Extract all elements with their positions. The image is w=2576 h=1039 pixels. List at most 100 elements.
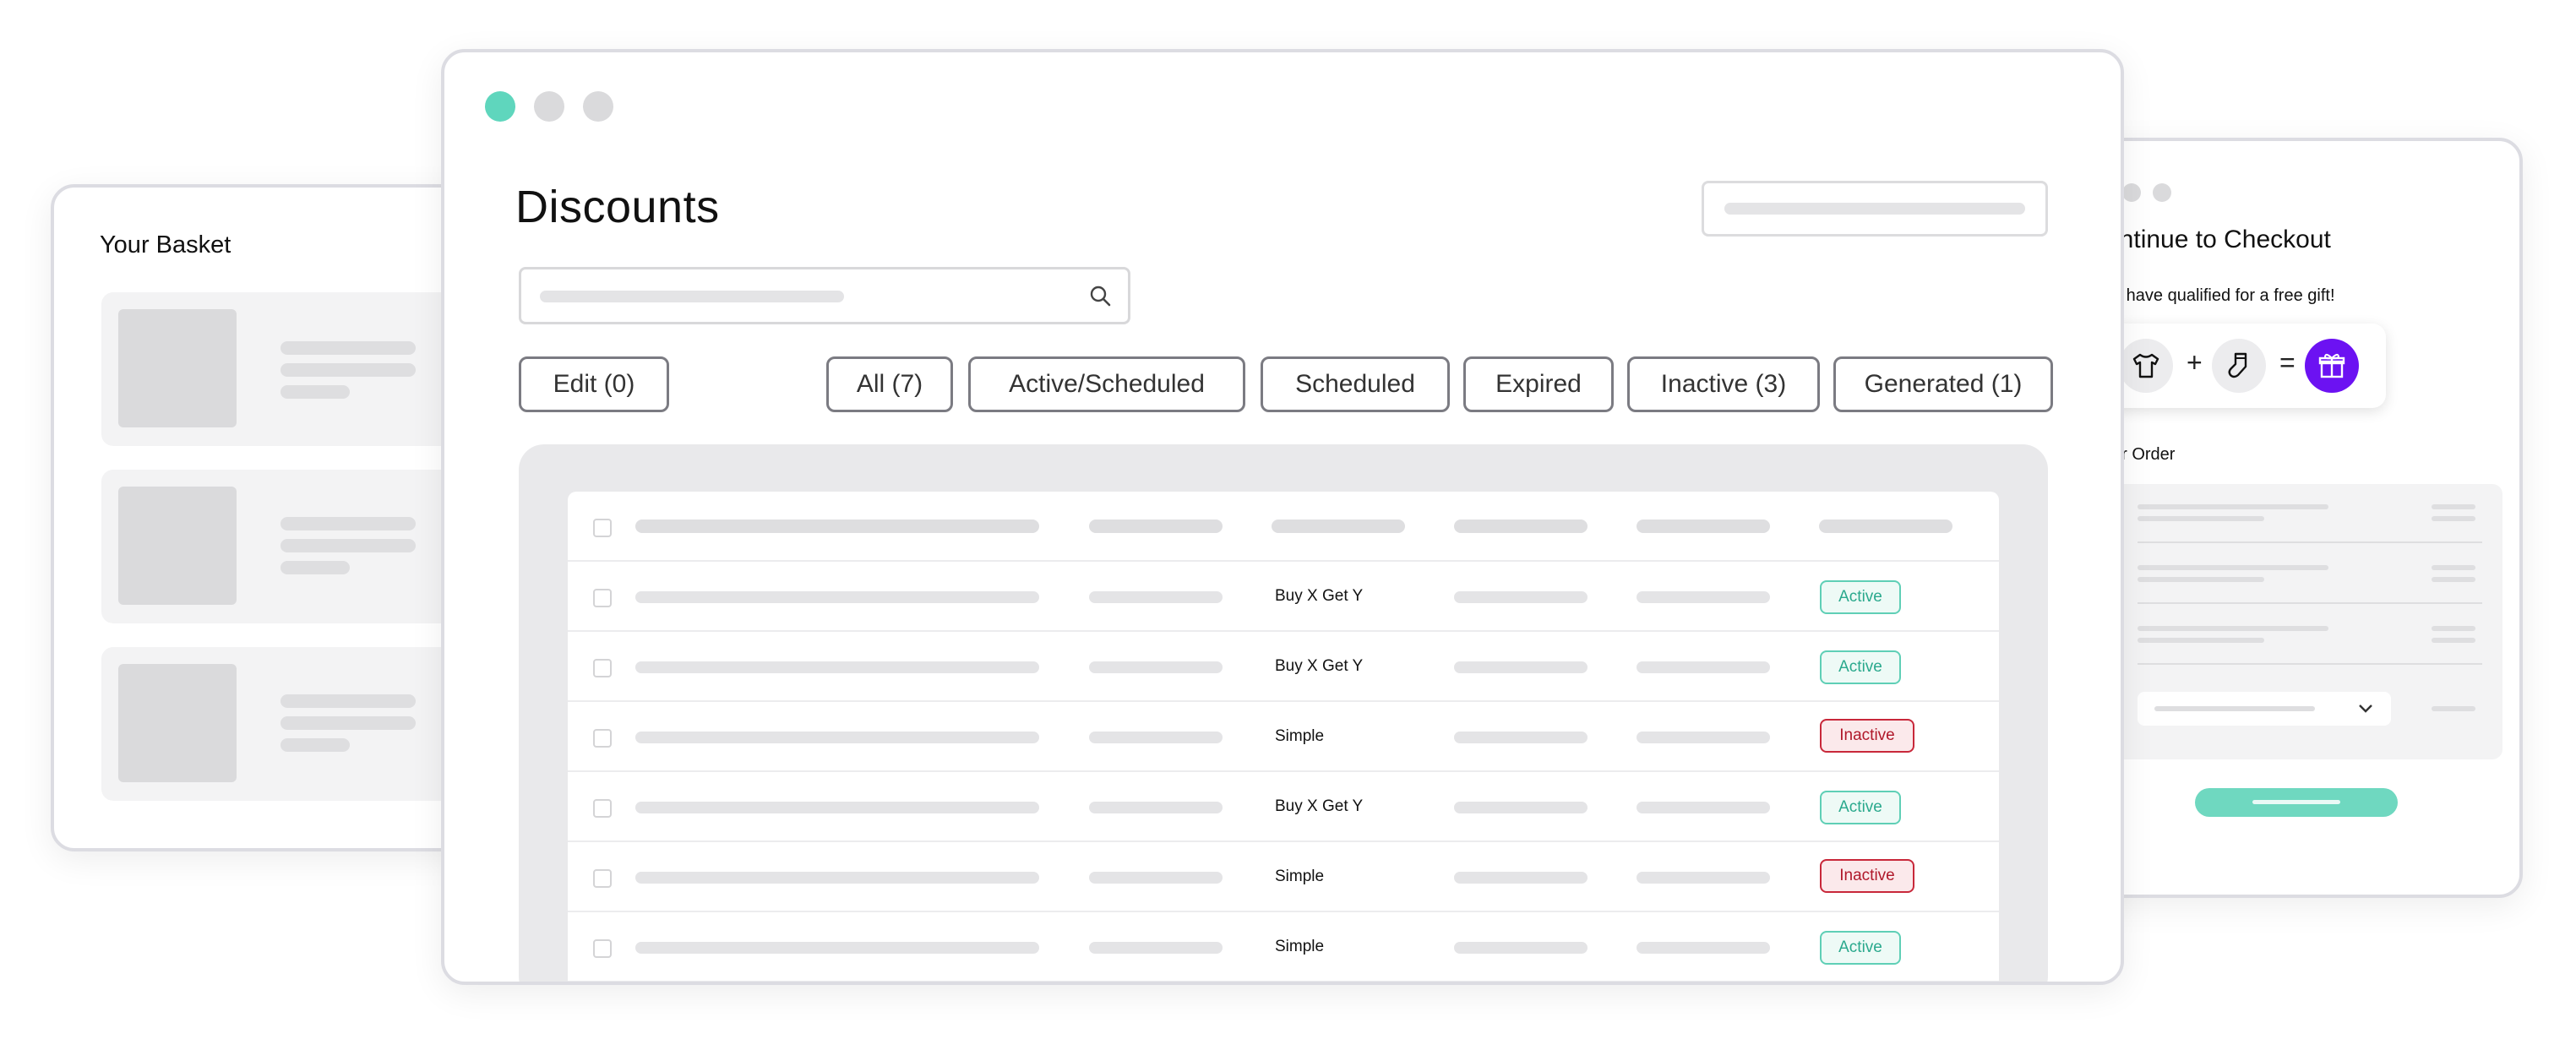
chevron-down-icon [2359, 704, 2372, 713]
text-placeholder [280, 517, 416, 530]
text-placeholder [2432, 516, 2475, 521]
header-placeholder [1272, 520, 1405, 533]
discount-type: Simple [1275, 868, 1325, 885]
cell-placeholder [1637, 872, 1770, 884]
text-placeholder [2138, 516, 2264, 521]
header-placeholder [1637, 520, 1770, 533]
text-placeholder [2432, 504, 2475, 509]
table-row[interactable]: Simple Inactive [568, 702, 1999, 772]
discount-type: Buy X Get Y [1275, 587, 1364, 605]
header-placeholder [1089, 520, 1223, 533]
window-dot [2122, 183, 2141, 202]
checkout-button[interactable] [2195, 788, 2398, 817]
tshirt-icon [2119, 339, 2173, 393]
text-placeholder [2154, 706, 2315, 711]
table-row[interactable]: Simple Inactive [568, 842, 1999, 912]
cell-placeholder [1637, 802, 1770, 813]
row-checkbox[interactable] [593, 729, 612, 748]
row-checkbox[interactable] [593, 939, 612, 958]
product-thumbnail [118, 664, 237, 782]
text-placeholder [280, 341, 416, 355]
cell-placeholder [1089, 872, 1223, 884]
product-thumbnail [118, 309, 237, 427]
filter-all[interactable]: All (7) [826, 356, 953, 412]
window-maximize-dot[interactable] [583, 91, 613, 122]
text-placeholder [2138, 638, 2264, 643]
filter-inactive[interactable]: Inactive (3) [1627, 356, 1820, 412]
filter-scheduled[interactable]: Scheduled [1261, 356, 1450, 412]
cell-placeholder [1089, 942, 1223, 954]
discount-type: Buy X Get Y [1275, 797, 1364, 815]
button-label-placeholder [2252, 800, 2340, 804]
cell-placeholder [1454, 591, 1588, 603]
text-placeholder [280, 694, 416, 708]
text-placeholder [2432, 626, 2475, 631]
text-placeholder [280, 716, 416, 730]
discount-type: Simple [1275, 727, 1325, 745]
cell-placeholder [1089, 591, 1223, 603]
free-gift-message: u have qualified for a free gift! [2112, 286, 2335, 305]
cell-placeholder [1089, 732, 1223, 743]
status-badge: Active [1820, 650, 1901, 684]
table-row[interactable]: Simple Active [568, 912, 1999, 982]
search-input[interactable] [519, 267, 1130, 324]
filter-active-scheduled[interactable]: Active/Scheduled [968, 356, 1245, 412]
cell-placeholder [1637, 661, 1770, 673]
equals-sign: = [2279, 347, 2296, 378]
status-badge: Inactive [1820, 719, 1914, 753]
text-placeholder [2432, 565, 2475, 570]
status-badge: Active [1820, 931, 1901, 965]
text-placeholder [280, 385, 350, 399]
plus-sign: + [2187, 347, 2203, 378]
select-all-checkbox[interactable] [593, 519, 612, 537]
table-row[interactable]: Buy X Get Y Active [568, 562, 1999, 632]
cell-placeholder [1454, 802, 1588, 813]
sock-icon [2212, 339, 2266, 393]
table-row[interactable]: Buy X Get Y Active [568, 772, 1999, 842]
filter-generated[interactable]: Generated (1) [1833, 356, 2053, 412]
table-row[interactable]: Buy X Get Y Active [568, 632, 1999, 702]
row-checkbox[interactable] [593, 869, 612, 888]
cell-placeholder [635, 591, 1039, 603]
text-placeholder [2432, 638, 2475, 643]
cell-placeholder [1454, 661, 1588, 673]
table-header-row [568, 492, 1999, 562]
filter-expired[interactable]: Expired [1463, 356, 1614, 412]
divider [2138, 541, 2482, 543]
window-close-dot[interactable] [485, 91, 515, 122]
divider [2138, 602, 2482, 604]
search-icon [1090, 286, 1111, 307]
text-placeholder [2138, 626, 2328, 631]
text-placeholder [2138, 577, 2264, 582]
cell-placeholder [1089, 802, 1223, 813]
window-minimize-dot[interactable] [534, 91, 564, 122]
header-field[interactable] [1702, 181, 2048, 237]
text-placeholder [280, 738, 350, 752]
discounts-window: Discounts Edit (0) All (7) Active/Schedu… [441, 49, 2124, 985]
cell-placeholder [1089, 661, 1223, 673]
divider [2138, 663, 2482, 665]
status-badge: Active [1820, 580, 1901, 614]
discounts-table: Buy X Get Y Active Buy X Get Y Active Si… [568, 492, 1999, 982]
edit-button[interactable]: Edit (0) [519, 356, 669, 412]
shipping-select[interactable] [2138, 692, 2391, 726]
header-placeholder [1819, 520, 1952, 533]
row-checkbox[interactable] [593, 589, 612, 607]
cell-placeholder [635, 872, 1039, 884]
cell-placeholder [635, 661, 1039, 673]
gift-icon [2305, 339, 2359, 393]
search-placeholder [540, 291, 844, 302]
text-placeholder [2138, 504, 2328, 509]
status-badge: Active [1820, 791, 1901, 824]
header-placeholder [1454, 520, 1588, 533]
free-gift-equation: + = [2107, 324, 2386, 408]
window-dot [2153, 183, 2171, 202]
row-checkbox[interactable] [593, 799, 612, 818]
cell-placeholder [635, 732, 1039, 743]
order-summary [2112, 484, 2502, 759]
discount-type: Buy X Get Y [1275, 657, 1364, 675]
cell-placeholder [1454, 872, 1588, 884]
row-checkbox[interactable] [593, 659, 612, 677]
cell-placeholder [1637, 732, 1770, 743]
product-thumbnail [118, 487, 237, 605]
